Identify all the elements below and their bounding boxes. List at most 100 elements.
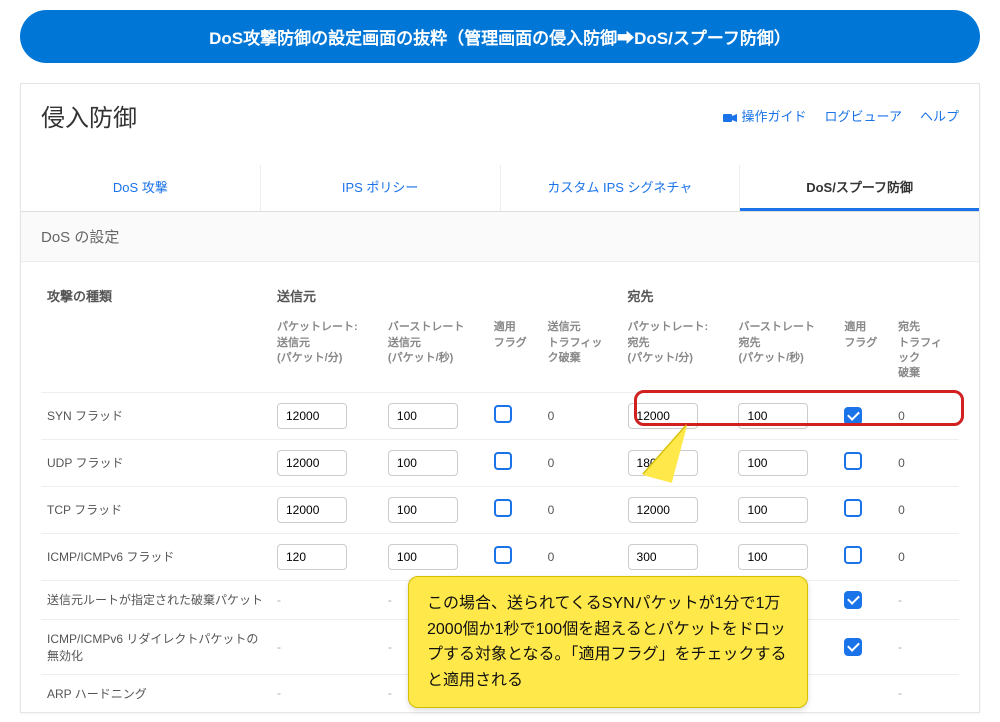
dst-rate-input[interactable] <box>628 497 698 523</box>
callout-annotation: この場合、送られてくるSYNパケットが1分で1万2000個か1秒で100個を超え… <box>408 576 808 708</box>
page-title: 侵入防御 <box>41 98 137 133</box>
dst-flag-checkbox[interactable] <box>844 499 862 517</box>
src-rate <box>271 533 382 580</box>
dst-burst <box>732 486 838 533</box>
src-rate <box>271 439 382 486</box>
dst-flag <box>838 439 892 486</box>
src-rate: - <box>271 580 382 619</box>
col-spacer <box>41 314 271 392</box>
attack-name: 送信元ルートが指定された破棄パケット <box>41 580 271 619</box>
src-burst-input[interactable] <box>388 450 458 476</box>
section-title: DoS の設定 <box>21 212 979 262</box>
src-rate <box>271 486 382 533</box>
dst-drop: 0 <box>892 392 959 439</box>
dst-flag <box>838 392 892 439</box>
attack-name: ICMP/ICMPv6 リダイレクトパケットの無効化 <box>41 619 271 674</box>
dst-flag-checkbox[interactable] <box>844 546 862 564</box>
src-rate: - <box>271 674 382 712</box>
dst-burst-input[interactable] <box>738 403 808 429</box>
col-attack: 攻撃の種類 <box>41 282 271 314</box>
dash: - <box>388 686 392 700</box>
col-src-rate: パケットレート: 送信元 (パケット/分) <box>271 314 382 392</box>
dst-flag-checkbox[interactable] <box>844 591 862 609</box>
dst-drop: - <box>892 580 959 619</box>
src-burst-input[interactable] <box>388 403 458 429</box>
attack-name: UDP フラッド <box>41 439 271 486</box>
dst-drop: - <box>892 674 959 712</box>
col-source-group: 送信元 <box>271 282 622 314</box>
src-drop: 0 <box>542 486 622 533</box>
dst-burst-input[interactable] <box>738 497 808 523</box>
guide-label: 操作ガイド <box>741 106 806 125</box>
col-src-drop: 送信元 トラフィッ ク破棄 <box>542 314 622 392</box>
src-flag-checkbox[interactable] <box>494 452 512 470</box>
tab-3[interactable]: DoS/スプーフ防御 <box>740 165 979 211</box>
src-burst-input[interactable] <box>388 497 458 523</box>
tab-0[interactable]: DoS 攻撃 <box>21 165 261 211</box>
dst-burst <box>732 439 838 486</box>
src-burst <box>382 392 488 439</box>
camera-icon <box>723 111 737 121</box>
table-row: SYN フラッド 0 0 <box>41 392 959 439</box>
col-dst-flag: 適用 フラグ <box>838 314 892 392</box>
src-burst <box>382 486 488 533</box>
guide-link[interactable]: 操作ガイド <box>723 106 806 125</box>
dst-rate <box>622 533 733 580</box>
src-drop: 0 <box>542 533 622 580</box>
attack-name: ARP ハードニング <box>41 674 271 712</box>
src-flag <box>488 439 542 486</box>
tab-bar: DoS 攻撃IPS ポリシーカスタム IPS シグネチャDoS/スプーフ防御 <box>21 165 979 212</box>
src-rate-input[interactable] <box>277 450 347 476</box>
dst-burst-input[interactable] <box>738 450 808 476</box>
src-drop: 0 <box>542 392 622 439</box>
dst-flag <box>838 619 892 674</box>
src-burst-input[interactable] <box>388 544 458 570</box>
dst-rate-input[interactable] <box>628 544 698 570</box>
title-banner: DoS攻撃防御の設定画面の抜粋（管理画面の侵入防御➡DoS/スプーフ防御） <box>20 10 980 63</box>
src-burst <box>382 533 488 580</box>
tab-2[interactable]: カスタム IPS シグネチャ <box>501 165 741 211</box>
src-rate-input[interactable] <box>277 544 347 570</box>
col-src-flag: 適用 フラグ <box>488 314 542 392</box>
help-link[interactable]: ヘルプ <box>920 106 959 125</box>
col-dest-group: 宛先 <box>622 282 959 314</box>
dst-drop: - <box>892 619 959 674</box>
dash: - <box>388 593 392 607</box>
dst-drop: 0 <box>892 533 959 580</box>
src-flag-checkbox[interactable] <box>494 405 512 423</box>
dst-rate <box>622 486 733 533</box>
col-dst-rate: パケットレート: 宛先 (パケット/分) <box>622 314 733 392</box>
src-rate-input[interactable] <box>277 497 347 523</box>
src-rate: - <box>271 619 382 674</box>
src-flag <box>488 486 542 533</box>
panel-header: 侵入防御 操作ガイド ログビューア ヘルプ <box>21 84 979 147</box>
dst-flag-checkbox[interactable] <box>844 452 862 470</box>
dst-drop: 0 <box>892 486 959 533</box>
dst-burst <box>732 533 838 580</box>
src-rate-input[interactable] <box>277 403 347 429</box>
src-flag <box>488 533 542 580</box>
header-links: 操作ガイド ログビューア ヘルプ <box>723 106 959 125</box>
dst-flag <box>838 486 892 533</box>
logviewer-link[interactable]: ログビューア <box>825 106 902 125</box>
src-rate <box>271 392 382 439</box>
dst-flag-checkbox[interactable] <box>844 638 862 656</box>
tab-1[interactable]: IPS ポリシー <box>261 165 501 211</box>
src-drop: 0 <box>542 439 622 486</box>
dst-burst <box>732 392 838 439</box>
dst-burst-input[interactable] <box>738 544 808 570</box>
src-flag-checkbox[interactable] <box>494 546 512 564</box>
dst-flag <box>838 580 892 619</box>
table-row: ICMP/ICMPv6 フラッド00 <box>41 533 959 580</box>
col-src-burst: バーストレート 送信元 (パケット/秒) <box>382 314 488 392</box>
src-flag-checkbox[interactable] <box>494 499 512 517</box>
src-burst <box>382 439 488 486</box>
table-row: UDP フラッド 0 0 <box>41 439 959 486</box>
col-dst-drop: 宛先 トラフィ ック 破棄 <box>892 314 959 392</box>
dash: - <box>277 640 281 654</box>
dst-flag-checkbox[interactable] <box>844 407 862 425</box>
dst-flag <box>838 674 892 712</box>
attack-name: SYN フラッド <box>41 392 271 439</box>
dst-drop: 0 <box>892 439 959 486</box>
dash: - <box>388 640 392 654</box>
